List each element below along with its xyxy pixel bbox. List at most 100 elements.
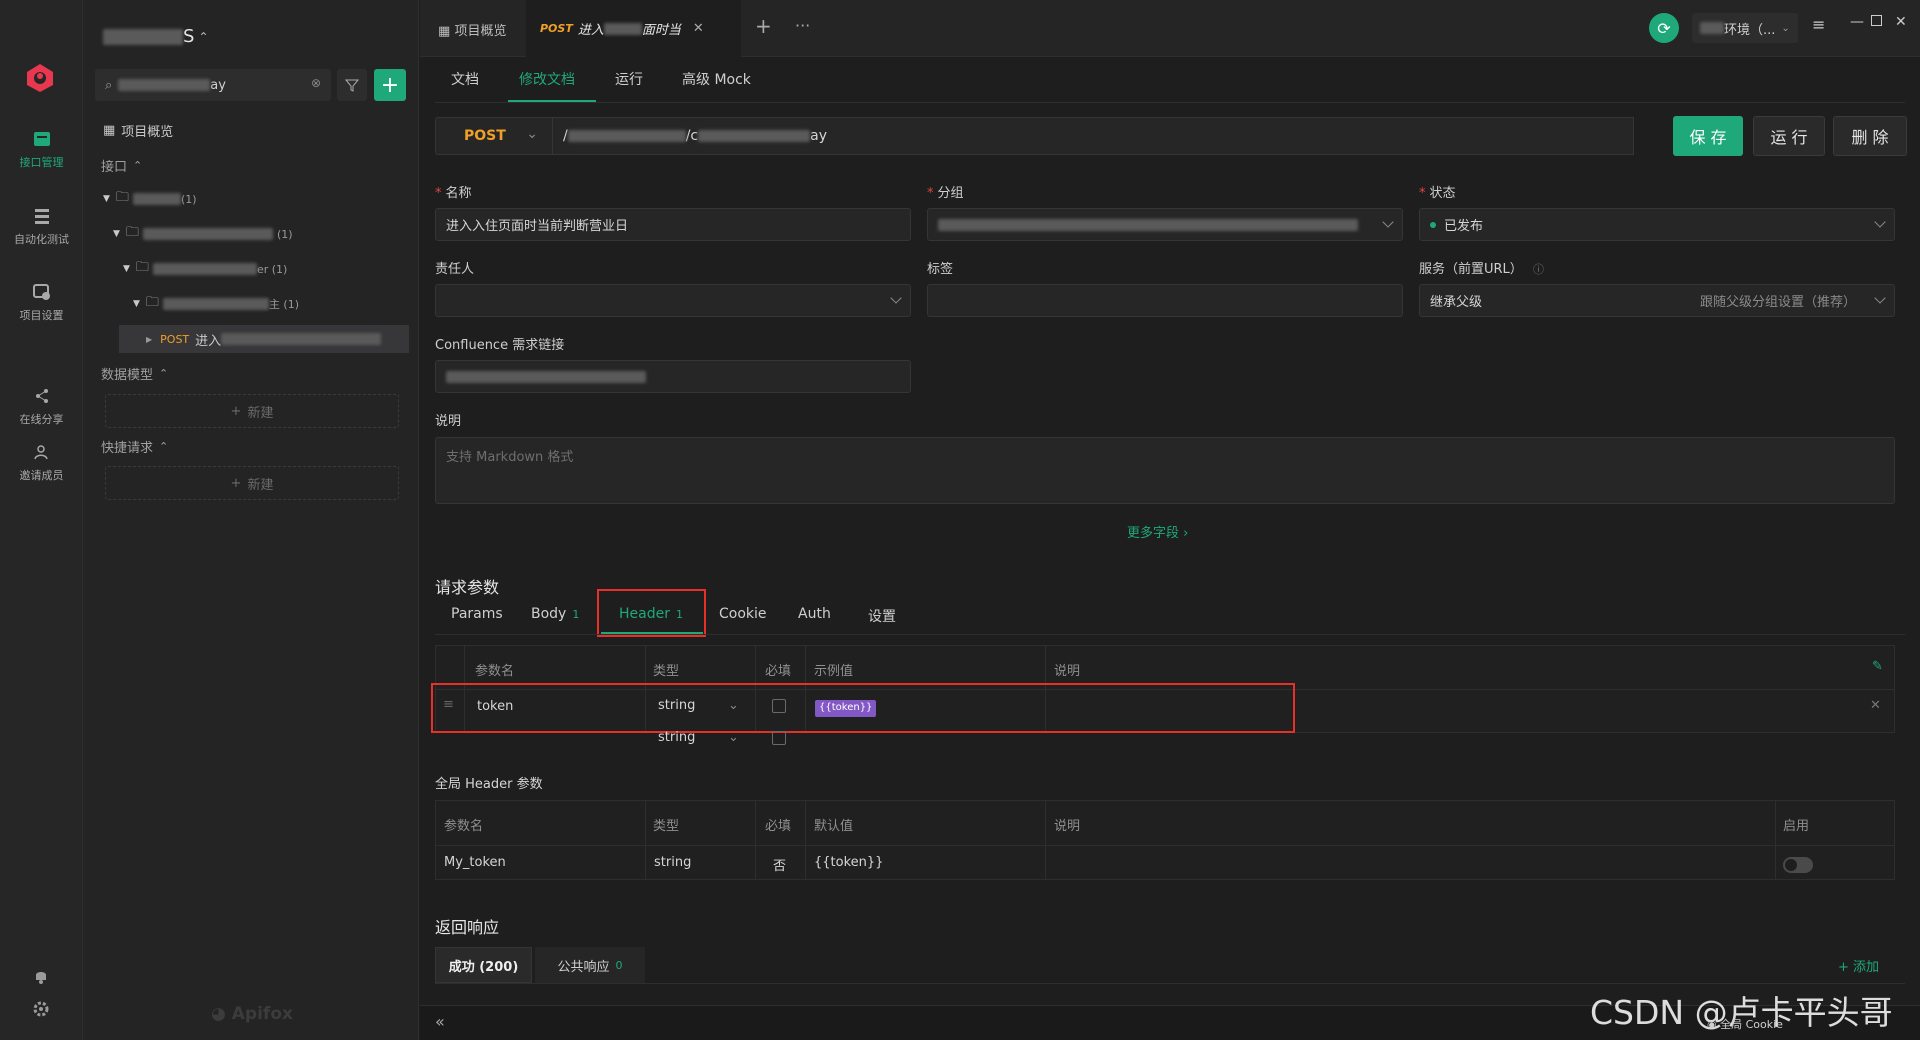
button-label: 删 除	[1851, 128, 1889, 147]
header-text: 示例值	[814, 664, 854, 679]
tree-folder[interactable]: ▼ 🗀 (1)	[103, 185, 197, 213]
minimize-icon[interactable]: —	[1850, 14, 1864, 30]
search-input[interactable]: ⌕ ay ⊗	[95, 69, 331, 101]
tab-response-common[interactable]: 公共响应 0	[535, 947, 645, 983]
environment-select[interactable]: 环境（... ⌄	[1692, 13, 1798, 43]
left-rail: 接口管理 自动化测试 项目设置 在线分享 邀请成员	[0, 0, 83, 1040]
folder-icon: 🗀	[115, 190, 129, 205]
description-textarea[interactable]: 支持 Markdown 格式	[435, 437, 1895, 504]
section-title: 返回响应	[435, 918, 500, 937]
tree-folder[interactable]: ▼ 🗀 主 (1)	[133, 290, 299, 318]
tab-auth[interactable]: Auth	[798, 606, 831, 622]
add-button[interactable]: +	[374, 69, 406, 101]
stack-icon	[31, 205, 53, 227]
service-select[interactable]: 继承父级 跟随父级分组设置（推荐）	[1419, 284, 1895, 317]
sync-button[interactable]: ⟳	[1649, 13, 1679, 43]
tags-input[interactable]	[927, 284, 1403, 317]
gear-icon[interactable]	[31, 999, 51, 1019]
button-label: 新建	[247, 477, 274, 493]
tab-params[interactable]: Params	[451, 606, 503, 622]
toggle-knob	[1785, 859, 1797, 871]
new-tab-button[interactable]: +	[755, 14, 772, 38]
tab-advanced-mock[interactable]: 高级 Mock	[682, 69, 751, 89]
rail-api-management[interactable]: 接口管理	[0, 128, 83, 170]
more-fields-link[interactable]: 更多字段 ›	[1127, 522, 1188, 541]
tree-folder[interactable]: ▼ 🗀 (1)	[113, 220, 293, 248]
rail-invite[interactable]: 邀请成员	[0, 441, 83, 483]
confluence-input[interactable]	[435, 360, 911, 393]
rail-automation[interactable]: 自动化测试	[0, 205, 83, 247]
label-text: 名称	[445, 186, 472, 201]
collapse-sidebar-icon[interactable]: «	[435, 1012, 445, 1031]
plus-icon: +	[230, 475, 242, 491]
cookie-icon: ◉	[1707, 1018, 1717, 1031]
tab-label: 高级 Mock	[682, 72, 751, 88]
delete-row-icon[interactable]: ✕	[1870, 698, 1881, 713]
close-icon[interactable]: ✕	[693, 21, 704, 36]
more-tabs-button[interactable]: ···	[795, 16, 810, 35]
tab-edit-doc[interactable]: 修改文档	[519, 69, 575, 89]
header-tab-highlight	[597, 589, 706, 637]
delete-button[interactable]: 删 除	[1833, 116, 1907, 156]
help-icon[interactable]: ⓘ	[1533, 263, 1544, 276]
required-checkbox[interactable]	[772, 731, 786, 745]
tab-cookie[interactable]: Cookie	[719, 606, 767, 622]
url-input[interactable]: / /c ay	[553, 117, 1634, 155]
rail-project-settings[interactable]: 项目设置	[0, 281, 83, 323]
cell-text: string	[654, 855, 692, 870]
confluence-value-redacted	[446, 370, 646, 383]
quick-request-section[interactable]: 快捷请求 ⌃	[101, 432, 168, 460]
project-switcher[interactable]: S ⌃	[103, 26, 209, 47]
interfaces-section[interactable]: 接口 ⌃	[101, 151, 142, 179]
label-text: 状态	[1429, 186, 1456, 201]
owner-select[interactable]	[435, 284, 911, 317]
new-data-model-button[interactable]: + 新建	[105, 394, 399, 428]
group-value-redacted	[938, 218, 1358, 231]
new-quick-request-button[interactable]: + 新建	[105, 466, 399, 500]
add-response-button[interactable]: + 添加	[1838, 956, 1879, 975]
tab-doc[interactable]: 文档	[451, 69, 479, 89]
section-label: 快捷请求	[101, 440, 154, 456]
save-button[interactable]: 保 存	[1673, 116, 1743, 156]
tree-folder[interactable]: ▼ 🗀 er (1)	[123, 255, 287, 283]
column-header-type: 类型	[653, 815, 679, 834]
tab-title: 进入	[577, 23, 604, 38]
clear-icon[interactable]: ⊗	[311, 76, 321, 90]
tab-body[interactable]: Body 1	[531, 606, 579, 622]
chevron-up-icon: ⌃	[159, 439, 169, 453]
sidebar-item-label: 项目概览	[121, 124, 174, 140]
group-select[interactable]	[927, 208, 1403, 241]
rail-share[interactable]: 在线分享	[0, 385, 83, 427]
tab-overview[interactable]: ▦ 项目概览	[438, 20, 506, 39]
api-icon	[31, 128, 53, 150]
global-cookie-button[interactable]: ◉ 全局 Cookie	[1707, 1016, 1783, 1032]
service-label: 服务（前置URL） ⓘ	[1419, 258, 1544, 277]
tab-settings[interactable]: 设置	[868, 606, 896, 626]
env-label: 环境（...	[1724, 22, 1776, 38]
bulk-edit-icon[interactable]: ✎	[1872, 659, 1883, 674]
tab-active-request[interactable]: POST 进入 面时当 ✕	[526, 0, 741, 57]
menu-icon[interactable]: ≡	[1812, 15, 1825, 34]
column-header-type: 类型	[653, 660, 679, 679]
tree-item-active[interactable]: ▶ POST 进入	[119, 325, 409, 353]
method-select[interactable]: POST ⌄	[435, 117, 553, 155]
name-input[interactable]: 进入入住页面时当前判断营业日	[435, 208, 911, 241]
window-close-icon[interactable]: ✕	[1895, 14, 1907, 30]
maximize-icon[interactable]	[1871, 15, 1882, 26]
sidebar-item-overview[interactable]: ▦ 项目概览	[103, 116, 173, 144]
tab-label: Cookie	[719, 606, 767, 622]
status-select[interactable]: 已发布	[1419, 208, 1895, 241]
bell-icon[interactable]	[31, 966, 51, 986]
type-select[interactable]: string ⌄	[658, 730, 739, 745]
section-title: 请求参数	[435, 578, 500, 597]
caret-down-icon: ▼	[103, 194, 110, 204]
request-params-title: 请求参数	[435, 574, 499, 598]
tab-response-success[interactable]: 成功 (200)	[435, 947, 532, 983]
filter-button[interactable]	[337, 69, 367, 101]
tab-run[interactable]: 运行	[615, 69, 643, 89]
data-model-section[interactable]: 数据模型 ⌃	[101, 359, 168, 387]
header-text: 说明	[1054, 664, 1081, 679]
enable-toggle[interactable]	[1783, 857, 1813, 873]
table-divider	[645, 800, 646, 880]
run-button[interactable]: 运 行	[1753, 116, 1825, 156]
